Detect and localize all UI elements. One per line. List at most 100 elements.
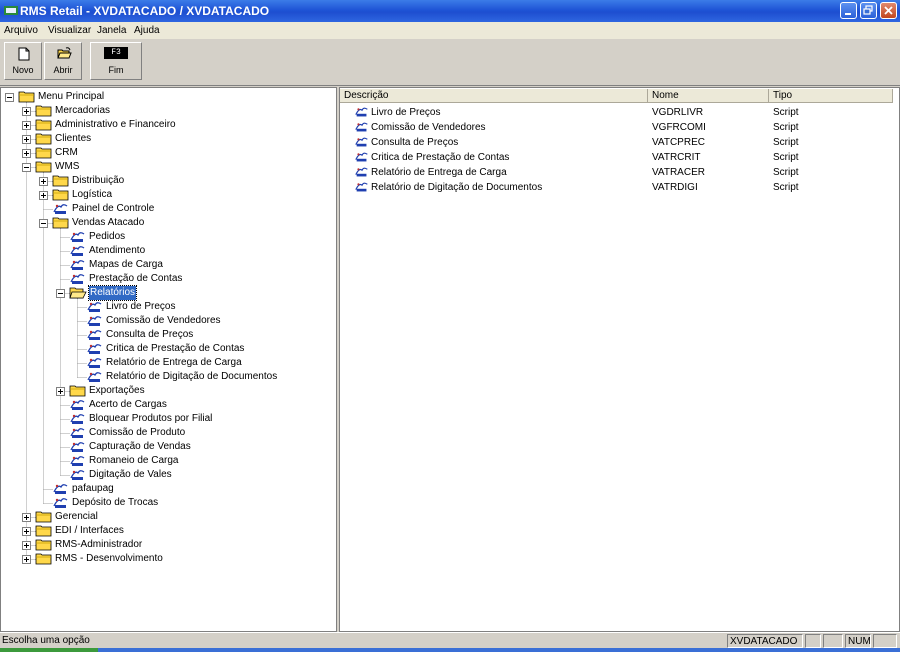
row-descricao: Livro de Preços [371, 107, 441, 118]
row-descricao: Critica de Prestação de Contas [371, 152, 510, 163]
expand-icon[interactable] [22, 135, 31, 144]
tree-node-clientes[interactable]: Clientes [1, 132, 331, 146]
expand-icon[interactable] [39, 191, 48, 200]
tree-node-edi-interfaces[interactable]: EDI / Interfaces [1, 524, 331, 538]
tree-node-vendas-atacado[interactable]: Vendas Atacado [1, 216, 331, 230]
tree-node-comissao-de-produto[interactable]: Comissão de Produto [1, 426, 331, 440]
tree-node-mercadorias[interactable]: Mercadorias [1, 104, 331, 118]
tree-node-relatorios[interactable]: Relatórios [1, 285, 331, 301]
column-descricao[interactable]: Descrição [340, 89, 648, 103]
row-tipo: Script [773, 152, 799, 163]
tree-node-label: Acerto de Cargas [89, 399, 167, 410]
row-descricao: Comissão de Vendedores [371, 122, 486, 133]
tree-node-crm[interactable]: CRM [1, 146, 331, 160]
tree-node-deposito-de-trocas[interactable]: Depósito de Trocas [1, 496, 331, 510]
tree-node-pedidos[interactable]: Pedidos [1, 230, 331, 244]
tree-node-label: Depósito de Trocas [72, 497, 159, 508]
status-user: XVDATACADO [727, 634, 803, 648]
list-row[interactable]: Consulta de Preços VATCPREC Script [340, 135, 895, 150]
expand-icon[interactable] [22, 527, 31, 536]
tree-node-pafaupag[interactable]: pafaupag [1, 482, 331, 496]
close-icon [884, 6, 893, 15]
collapse-icon[interactable] [56, 289, 65, 298]
tree-node-label: Relatório de Digitação de Documentos [106, 371, 278, 382]
row-nome: VGDRLIVR [652, 107, 704, 118]
tree-node-critica-de-prestacao-de-contas[interactable]: Critica de Prestação de Contas [1, 342, 331, 356]
program-list[interactable]: Descrição Nome Tipo Livro de Preços VGDRL… [339, 87, 900, 632]
tree-node-acerto-de-cargas[interactable]: Acerto de Cargas [1, 398, 331, 412]
row-tipo: Script [773, 137, 799, 148]
expand-icon[interactable] [22, 555, 31, 564]
expand-icon[interactable] [39, 177, 48, 186]
expand-icon[interactable] [22, 107, 31, 116]
toolbar: Novo Abrir F3 Fim [0, 39, 900, 86]
collapse-icon[interactable] [22, 163, 31, 172]
list-row[interactable]: Critica de Prestação de Contas VATRCRIT Sc… [340, 150, 895, 165]
novo-button[interactable]: Novo [4, 42, 42, 80]
row-nome: VATRDIGI [652, 182, 698, 193]
tree-node-administrativo-e-financeiro[interactable]: Administrativo e Financeiro [1, 118, 331, 132]
fim-button[interactable]: F3 Fim [90, 42, 142, 80]
collapse-icon[interactable] [5, 93, 14, 102]
tree-node-label: Bloquear Produtos por Filial [89, 413, 213, 424]
column-nome[interactable]: Nome [648, 89, 769, 103]
expand-icon[interactable] [22, 513, 31, 522]
minimize-button[interactable] [840, 2, 857, 19]
tree-node-rms-administrador[interactable]: RMS-Administrador [1, 538, 331, 552]
row-tipo: Script [773, 182, 799, 193]
tree-node-label: Comissão de Produto [89, 427, 186, 438]
tree-node-bloquear-produtos-por-filial[interactable]: Bloquear Produtos por Filial [1, 412, 331, 426]
tree-node-capturacao-de-vendas[interactable]: Capturação de Vendas [1, 440, 331, 454]
tree-node-atendimento[interactable]: Atendimento [1, 244, 331, 258]
tree-node-comissao-de-vendedores[interactable]: Comissão de Vendedores [1, 314, 331, 328]
tree-node-distribuicao[interactable]: Distribuição [1, 174, 331, 188]
status-panel-empty [805, 634, 821, 648]
expand-icon[interactable] [56, 387, 65, 396]
tree-node-label: Vendas Atacado [72, 217, 145, 228]
list-row[interactable]: Relatório de Digitação de Documentos VATR… [340, 180, 895, 195]
window-title: RMS Retail - XVDATACADO / XVDATACADO [20, 4, 270, 18]
menu-bar: Arquivo Visualizar Janela Ajuda [0, 22, 900, 39]
abrir-button[interactable]: Abrir [44, 42, 82, 80]
tree-node-label: Mercadorias [55, 105, 111, 116]
menu-janela[interactable]: Janela [97, 25, 126, 36]
tree-node-wms[interactable]: WMS [1, 160, 331, 174]
tree-node-mapas-de-carga[interactable]: Mapas de Carga [1, 258, 331, 272]
list-row[interactable]: Comissão de Vendedores VGFRCOMI Script [340, 120, 895, 135]
menu-visualizar[interactable]: Visualizar [48, 25, 91, 36]
list-row[interactable]: Livro de Preços VGDRLIVR Script [340, 105, 895, 120]
tree-node-exportacoes[interactable]: Exportações [1, 384, 331, 398]
tree-node-livro-de-precos[interactable]: Livro de Preços [1, 300, 331, 314]
tree-node-romaneio-de-carga[interactable]: Romaneio de Carga [1, 454, 331, 468]
tree-node-prestacao-de-contas[interactable]: Prestação de Contas [1, 272, 331, 286]
tree-node-consulta-de-precos[interactable]: Consulta de Preços [1, 328, 331, 342]
list-row[interactable]: Relatório de Entrega de Carga VATRACER Scr… [340, 165, 895, 180]
expand-icon[interactable] [22, 149, 31, 158]
menu-arquivo[interactable]: Arquivo [4, 25, 38, 36]
row-tipo: Script [773, 107, 799, 118]
tree-node-label: Digitação de Vales [89, 469, 172, 480]
maximize-button[interactable] [860, 2, 877, 19]
collapse-icon[interactable] [39, 219, 48, 228]
title-bar[interactable]: RMS Retail - XVDATACADO / XVDATACADO [0, 0, 900, 22]
row-nome: VGFRCOMI [652, 122, 706, 133]
tree-node-relatorio-de-entrega-de-carga[interactable]: Relatório de Entrega de Carga [1, 356, 331, 370]
menu-ajuda[interactable]: Ajuda [134, 25, 160, 36]
close-button[interactable] [880, 2, 897, 19]
expand-icon[interactable] [22, 541, 31, 550]
tree-node-label: EDI / Interfaces [55, 525, 124, 536]
tree-node-relatorio-de-digitacao-de-documentos[interactable]: Relatório de Digitação de Documentos [1, 370, 331, 384]
column-tipo[interactable]: Tipo [769, 89, 893, 103]
tree-node-menu-principal[interactable]: Menu Principal [1, 90, 331, 104]
tree-node-digitacao-de-vales[interactable]: Digitação de Vales [1, 468, 331, 482]
tree-node-label: CRM [55, 147, 78, 158]
expand-icon[interactable] [22, 121, 31, 130]
tree-node-gerencial[interactable]: Gerencial [1, 510, 331, 524]
tree-node-painel-de-controle[interactable]: Painel de Controle [1, 202, 331, 216]
tree-node-label: Gerencial [55, 511, 98, 522]
app-icon [4, 6, 18, 15]
tree-node-rms-desenvolvimento[interactable]: RMS - Desenvolvimento [1, 552, 331, 566]
tree-node-logistica[interactable]: Logística [1, 188, 331, 202]
menu-tree[interactable]: Menu Principal Mercadorias Administrativo … [0, 87, 337, 632]
tree-node-label: Livro de Preços [106, 301, 176, 312]
